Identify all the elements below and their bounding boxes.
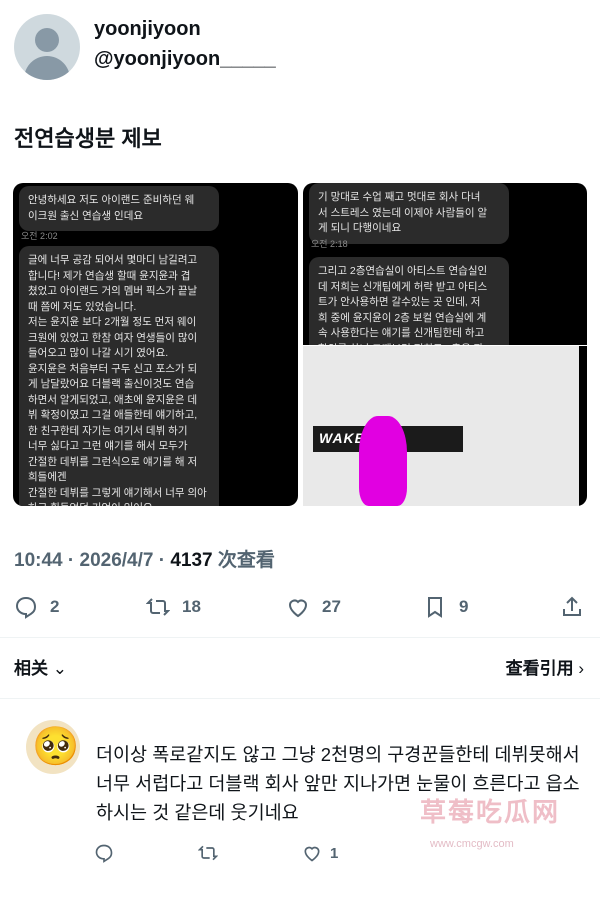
tweet-time: 10:44 [14, 550, 63, 571]
action-share[interactable] [560, 595, 584, 619]
action-like[interactable]: 27 [286, 595, 341, 619]
person-blur-shape [359, 416, 407, 506]
avatar[interactable] [14, 14, 80, 80]
reply-action-retweet[interactable] [198, 843, 218, 863]
media-image-left[interactable]: 안녕하세요 저도 아이랜드 준비하던 웨 이크원 출신 연습생 인데요 오전 2… [13, 183, 298, 506]
reply-avatar[interactable]: 🥺 [26, 720, 80, 774]
quotes-label: 查看引用 [505, 659, 574, 678]
retweet-icon [198, 845, 218, 861]
photo-border-right [579, 346, 587, 506]
views-label: 次查看 [217, 550, 275, 571]
chat-timestamp: 오전 2:02 [21, 231, 58, 241]
author-handle[interactable]: @yoonjiyoon_____ [94, 48, 276, 71]
reply-action-like[interactable]: 1 [302, 843, 338, 863]
share-icon [563, 596, 581, 616]
chat-bubble: 글에 너무 공감 되어서 몇마디 남길려고 합니다! 제가 연습생 할때 윤지윤… [19, 246, 219, 506]
divider [0, 698, 600, 699]
avatar-head-shape [35, 28, 59, 52]
avatar-body-shape [24, 56, 70, 80]
chevron-right-icon: › [578, 659, 584, 678]
bookmark-icon [428, 597, 442, 618]
author-name[interactable]: yoonjiyoon [94, 18, 201, 41]
view-quotes-link[interactable]: 查看引用 › [506, 654, 584, 679]
related-label: 相关 [14, 659, 48, 678]
tweet-meta: 10:44 · 2026/4/7 · 4137 次查看 [14, 550, 275, 571]
action-retweet[interactable]: 18 [146, 595, 201, 619]
watermark: 草莓吃瓜网 [419, 797, 560, 827]
reply-icon [15, 596, 37, 619]
action-reply[interactable]: 2 [14, 595, 59, 619]
media-image-right-top[interactable]: 기 망대로 수업 째고 멋대로 회사 다녀 서 스트레스 였는데 이제야 사람들… [303, 183, 587, 345]
like-count: 27 [322, 597, 341, 616]
chat-timestamp: 오전 2:18 [311, 239, 348, 249]
retweet-icon [146, 598, 170, 616]
heart-icon [304, 846, 320, 862]
related-toggle[interactable]: 相关 ⌄ [14, 654, 67, 679]
chat-bubble: 안녕하세요 저도 아이랜드 준비하던 웨 이크원 출신 연습생 인데요 [19, 186, 219, 231]
view-count: 4137 [170, 550, 213, 571]
chat-bubble: 그리고 2층연습실이 아티스트 연습실인 데 저희는 신개팀에게 허락 받고 아… [309, 257, 509, 345]
tweet-text: 전연습생분 제보 [14, 126, 162, 151]
action-bookmark[interactable]: 9 [423, 595, 468, 619]
media-image-right-bottom[interactable]: WAKEON [303, 346, 587, 506]
divider [0, 637, 600, 638]
reply-action-reply[interactable] [94, 843, 114, 863]
pleading-face-icon: 🥺 [32, 726, 80, 768]
watermark-url: www.cmcgw.com [430, 838, 514, 850]
reply-like-count: 1 [330, 844, 339, 862]
chevron-down-icon: ⌄ [52, 659, 67, 678]
retweet-count: 18 [182, 597, 201, 616]
chat-bubble: 기 망대로 수업 째고 멋대로 회사 다녀 서 스트레스 였는데 이제야 사람들… [309, 183, 509, 244]
bookmark-count: 9 [459, 597, 469, 616]
heart-icon [288, 599, 308, 618]
tweet-date: 2026/4/7 [79, 550, 154, 571]
reply-count: 2 [50, 597, 60, 616]
reply-icon [95, 844, 113, 863]
